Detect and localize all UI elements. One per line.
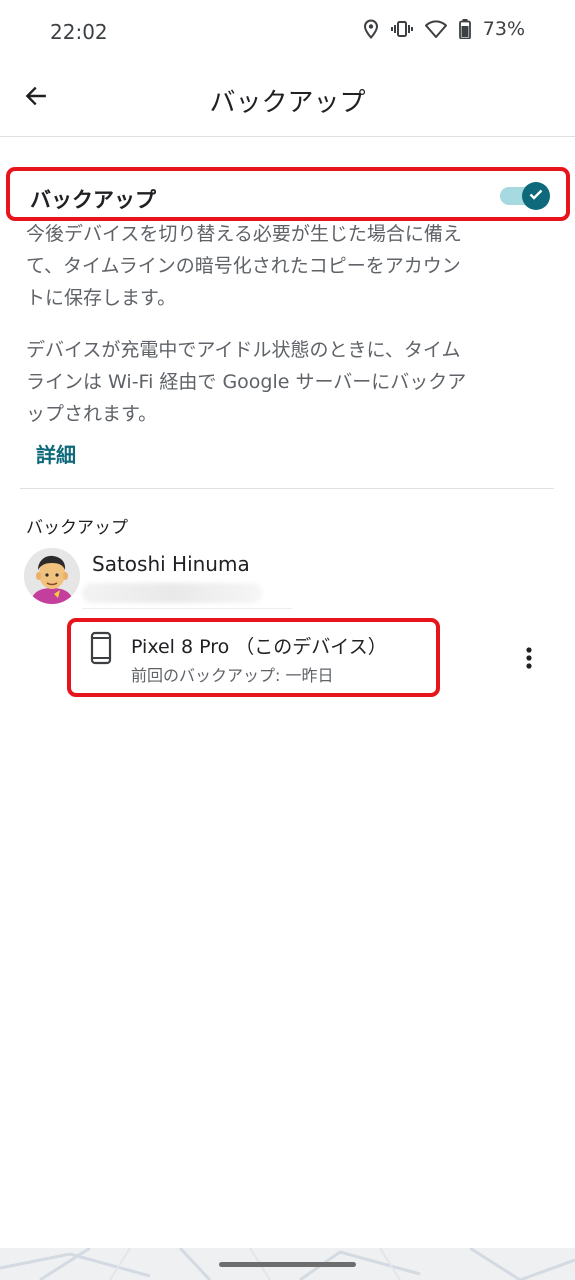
page-title: バックアップ xyxy=(209,88,366,118)
location-icon xyxy=(363,19,379,39)
backup-section-header: バックアップ xyxy=(26,518,128,538)
backup-toggle-label: バックアップ xyxy=(30,188,156,212)
vibrate-icon xyxy=(390,20,413,38)
more-vert-icon xyxy=(525,646,533,674)
avatar xyxy=(24,548,80,604)
account-email-blurred xyxy=(82,583,262,603)
battery-icon xyxy=(458,19,471,39)
device-item[interactable]: Pixel 8 Pro （このデバイス） 前回のバックアップ: 一昨日 xyxy=(67,618,440,697)
device-more-button[interactable] xyxy=(512,640,546,680)
phone-icon xyxy=(89,631,113,669)
switch-thumb xyxy=(522,182,550,210)
details-link[interactable]: 詳細 xyxy=(36,439,76,468)
check-icon xyxy=(528,186,544,206)
status-time: 22:02 xyxy=(50,20,108,44)
status-icons: 73% xyxy=(363,18,525,40)
account-divider xyxy=(82,608,292,609)
wifi-icon xyxy=(424,20,447,38)
device-name: Pixel 8 Pro （このデバイス） xyxy=(131,636,387,658)
account-name: Satoshi Hinuma xyxy=(92,552,250,576)
backup-description-1: 今後デバイスを切り替える必要が生じた場合に備えて、タイムラインの暗号化されたコピ… xyxy=(26,223,462,309)
device-last-backup: 前回のバックアップ: 一昨日 xyxy=(131,666,334,685)
backup-description-2: デバイスが充電中でアイドル状態のときに、タイムラインは Wi-Fi 経由で Go… xyxy=(26,339,467,425)
battery-percentage: 73% xyxy=(482,18,525,40)
status-bar: 22:02 73% xyxy=(0,0,575,64)
backup-toggle-row[interactable]: バックアップ xyxy=(6,167,570,221)
backup-settings-screen: 22:02 73% バックアップ バックアップ 今後デバイスを切り替える必要が生… xyxy=(0,0,575,1280)
backup-switch[interactable] xyxy=(500,182,550,210)
gesture-nav-handle[interactable] xyxy=(219,1262,356,1267)
section-divider xyxy=(20,488,554,489)
app-bar: バックアップ xyxy=(0,64,575,137)
